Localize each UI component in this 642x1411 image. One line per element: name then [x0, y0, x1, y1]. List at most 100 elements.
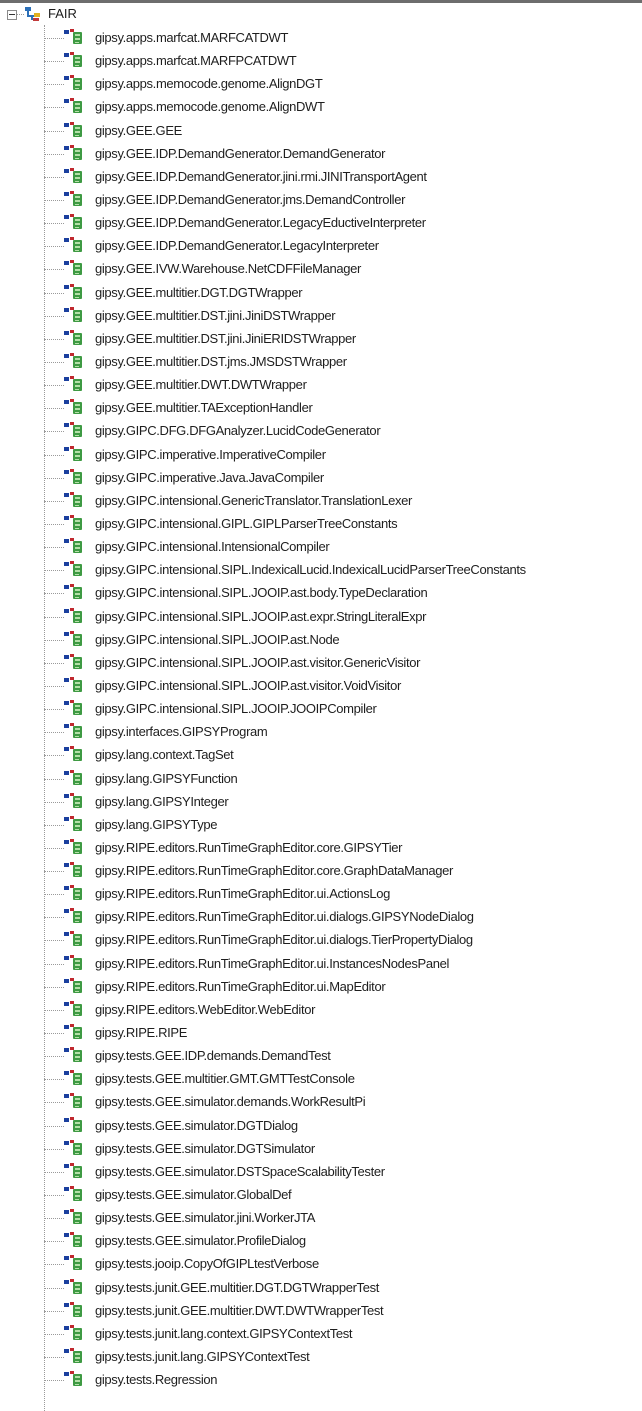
tree-item-label: gipsy.tests.junit.GEE.multitier.DGT.DGTW…	[95, 1279, 379, 1295]
tree-item[interactable]: gipsy.RIPE.editors.RunTimeGraphEditor.co…	[0, 860, 642, 883]
tree-connector	[44, 1056, 64, 1058]
tree-item[interactable]: gipsy.lang.GIPSYFunction	[0, 768, 642, 791]
class-icon	[64, 237, 82, 253]
tree-item[interactable]: gipsy.GIPC.intensional.GenericTranslator…	[0, 490, 642, 513]
tree-item[interactable]: gipsy.tests.Regression	[0, 1369, 642, 1392]
class-icon	[64, 1000, 82, 1016]
tree-connector	[44, 547, 64, 549]
tree-item[interactable]: gipsy.GEE.multitier.DST.jini.JiniERIDSTW…	[0, 328, 642, 351]
tree-item[interactable]: gipsy.tests.junit.GEE.multitier.DWT.DWTW…	[0, 1300, 642, 1323]
class-icon	[64, 769, 82, 785]
tree-connector	[44, 1033, 64, 1035]
tree-item[interactable]: gipsy.GEE.IDP.DemandGenerator.jini.rmi.J…	[0, 166, 642, 189]
tree-item[interactable]: gipsy.tests.GEE.multitier.GMT.GMTTestCon…	[0, 1068, 642, 1091]
tree-item[interactable]: gipsy.GIPC.intensional.GIPL.GIPLParserTr…	[0, 513, 642, 536]
class-icon	[64, 1209, 82, 1225]
class-icon	[64, 977, 82, 993]
tree-item[interactable]: gipsy.GIPC.imperative.ImperativeCompiler	[0, 444, 642, 467]
tree-item[interactable]: gipsy.GEE.multitier.DGT.DGTWrapper	[0, 282, 642, 305]
tree-item[interactable]: gipsy.tests.GEE.simulator.GlobalDef	[0, 1184, 642, 1207]
tree-item[interactable]: gipsy.tests.GEE.simulator.ProfileDialog	[0, 1230, 642, 1253]
tree-item[interactable]: gipsy.tests.GEE.IDP.demands.DemandTest	[0, 1045, 642, 1068]
class-icon	[64, 1162, 82, 1178]
tree-root-label: FAIR	[48, 6, 77, 21]
tree-item[interactable]: gipsy.RIPE.editors.RunTimeGraphEditor.ui…	[0, 953, 642, 976]
tree-item-label: gipsy.GIPC.intensional.SIPL.JOOIP.JOOIPC…	[95, 701, 377, 717]
tree-connector	[44, 269, 64, 271]
tree-item[interactable]: gipsy.RIPE.editors.RunTimeGraphEditor.ui…	[0, 929, 642, 952]
tree-item[interactable]: gipsy.GEE.multitier.DST.jms.JMSDSTWrappe…	[0, 351, 642, 374]
tree-item-label: gipsy.tests.GEE.simulator.demands.WorkRe…	[95, 1094, 366, 1110]
tree-item[interactable]: gipsy.GIPC.intensional.SIPL.JOOIP.ast.ex…	[0, 606, 642, 629]
tree-item[interactable]: gipsy.tests.junit.GEE.multitier.DGT.DGTW…	[0, 1277, 642, 1300]
tree-item[interactable]: gipsy.GIPC.intensional.SIPL.JOOIP.JOOIPC…	[0, 698, 642, 721]
tree-connector	[44, 639, 64, 641]
tree-item[interactable]: gipsy.tests.GEE.simulator.DSTSpaceScalab…	[0, 1161, 642, 1184]
tree-connector	[44, 755, 64, 757]
tree-item[interactable]: gipsy.GIPC.intensional.SIPL.JOOIP.ast.bo…	[0, 582, 642, 605]
tree-item-label: gipsy.apps.memocode.genome.AlignDGT	[95, 76, 323, 92]
tree-item-label: gipsy.lang.GIPSYType	[95, 816, 218, 832]
tree-connector	[44, 223, 64, 225]
tree-item[interactable]: gipsy.GIPC.intensional.SIPL.JOOIP.ast.vi…	[0, 652, 642, 675]
tree-item-label: gipsy.GEE.IVW.Warehouse.NetCDFFileManage…	[95, 261, 361, 277]
tree-item[interactable]: gipsy.apps.memocode.genome.AlignDWT	[0, 96, 642, 119]
tree-item[interactable]: gipsy.GIPC.intensional.SIPL.IndexicalLuc…	[0, 559, 642, 582]
tree-item[interactable]: gipsy.interfaces.GIPSYProgram	[0, 721, 642, 744]
class-icon	[64, 214, 82, 230]
tree-item[interactable]: gipsy.RIPE.editors.RunTimeGraphEditor.ui…	[0, 906, 642, 929]
class-icon	[64, 121, 82, 137]
tree-item-label: gipsy.GEE.IDP.DemandGenerator.jms.Demand…	[95, 191, 406, 207]
tree-item[interactable]: gipsy.apps.marfcat.MARFCATDWT	[0, 27, 642, 50]
tree-item[interactable]: gipsy.GEE.IDP.DemandGenerator.LegacyInte…	[0, 235, 642, 258]
tree-item[interactable]: gipsy.GIPC.intensional.SIPL.JOOIP.ast.vi…	[0, 675, 642, 698]
class-icon	[64, 1116, 82, 1132]
tree-item[interactable]: gipsy.GIPC.imperative.Java.JavaCompiler	[0, 467, 642, 490]
tree-connector	[44, 176, 64, 178]
tree-item-label: gipsy.GEE.multitier.DWT.DWTWrapper	[95, 377, 307, 393]
tree-connector	[44, 84, 64, 86]
tree-item[interactable]: gipsy.tests.GEE.simulator.DGTDialog	[0, 1115, 642, 1138]
tree-item-label: gipsy.GIPC.intensional.SIPL.JOOIP.ast.No…	[95, 631, 340, 647]
tree-item[interactable]: gipsy.RIPE.editors.RunTimeGraphEditor.co…	[0, 837, 642, 860]
class-tree[interactable]: FAIR gipsy.apps.marfcat.MARFCATDWT gipsy.…	[0, 3, 642, 1411]
tree-connector	[44, 801, 64, 803]
tree-item[interactable]: gipsy.apps.marfcat.MARFPCATDWT	[0, 50, 642, 73]
tree-connector	[44, 361, 64, 363]
tree-item[interactable]: gipsy.GEE.IDP.DemandGenerator.DemandGene…	[0, 143, 642, 166]
tree-item[interactable]: gipsy.GEE.GEE	[0, 120, 642, 143]
tree-item[interactable]: gipsy.GIPC.DFG.DFGAnalyzer.LucidCodeGene…	[0, 420, 642, 443]
tree-item[interactable]: gipsy.tests.jooip.CopyOfGIPLtestVerbose	[0, 1253, 642, 1276]
tree-item[interactable]: gipsy.tests.GEE.simulator.jini.WorkerJTA	[0, 1207, 642, 1230]
tree-item[interactable]: gipsy.tests.junit.lang.GIPSYContextTest	[0, 1346, 642, 1369]
tree-item[interactable]: gipsy.apps.memocode.genome.AlignDGT	[0, 73, 642, 96]
tree-item-label: gipsy.RIPE.editors.RunTimeGraphEditor.co…	[95, 839, 403, 855]
class-icon	[64, 1301, 82, 1317]
tree-item[interactable]: gipsy.lang.GIPSYType	[0, 814, 642, 837]
tree-item[interactable]: gipsy.lang.context.TagSet	[0, 744, 642, 767]
tree-item[interactable]: gipsy.RIPE.editors.RunTimeGraphEditor.ui…	[0, 976, 642, 999]
tree-connector	[44, 963, 64, 965]
tree-item[interactable]: gipsy.tests.GEE.simulator.demands.WorkRe…	[0, 1091, 642, 1114]
tree-item[interactable]: gipsy.lang.GIPSYInteger	[0, 791, 642, 814]
class-icon	[64, 75, 82, 91]
class-icon	[64, 584, 82, 600]
class-icon	[64, 1232, 82, 1248]
tree-item[interactable]: gipsy.GEE.IDP.DemandGenerator.jms.Demand…	[0, 189, 642, 212]
tree-root-node[interactable]: FAIR	[0, 3, 642, 27]
tree-item[interactable]: gipsy.GIPC.intensional.SIPL.JOOIP.ast.No…	[0, 629, 642, 652]
tree-item[interactable]: gipsy.tests.GEE.simulator.DGTSimulator	[0, 1138, 642, 1161]
tree-item[interactable]: gipsy.GIPC.intensional.IntensionalCompil…	[0, 536, 642, 559]
tree-item[interactable]: gipsy.RIPE.RIPE	[0, 1022, 642, 1045]
tree-item[interactable]: gipsy.GEE.multitier.DST.jini.JiniDSTWrap…	[0, 305, 642, 328]
tree-item[interactable]: gipsy.RIPE.editors.RunTimeGraphEditor.ui…	[0, 883, 642, 906]
tree-item[interactable]: gipsy.tests.junit.lang.context.GIPSYCont…	[0, 1323, 642, 1346]
tree-item[interactable]: gipsy.GEE.multitier.DWT.DWTWrapper	[0, 374, 642, 397]
collapse-minus-icon[interactable]	[7, 10, 17, 20]
tree-item[interactable]: gipsy.GEE.multitier.TAExceptionHandler	[0, 397, 642, 420]
class-icon	[64, 422, 82, 438]
tree-item-label: gipsy.GIPC.DFG.DFGAnalyzer.LucidCodeGene…	[95, 423, 381, 439]
tree-item[interactable]: gipsy.GEE.IVW.Warehouse.NetCDFFileManage…	[0, 258, 642, 281]
tree-item[interactable]: gipsy.RIPE.editors.WebEditor.WebEditor	[0, 999, 642, 1022]
tree-item[interactable]: gipsy.GEE.IDP.DemandGenerator.LegacyEduc…	[0, 212, 642, 235]
